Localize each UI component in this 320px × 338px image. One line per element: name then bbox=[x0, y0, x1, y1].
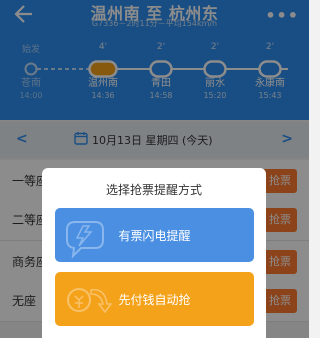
option-label: 有票闪电提醒 bbox=[118, 229, 191, 243]
flash-reminder-button[interactable]: 有票闪电提醒 bbox=[55, 208, 254, 262]
option-label: 先付钱自动抢 bbox=[118, 293, 191, 307]
dialog-title: 选择抢票提醒方式 bbox=[105, 183, 202, 197]
auto-grab-button[interactable]: 先付钱自动抢 bbox=[55, 272, 254, 326]
reminder-mode-dialog: 选择抢票提醒方式 有票闪电提醒 先付钱自动抢 bbox=[42, 168, 266, 338]
